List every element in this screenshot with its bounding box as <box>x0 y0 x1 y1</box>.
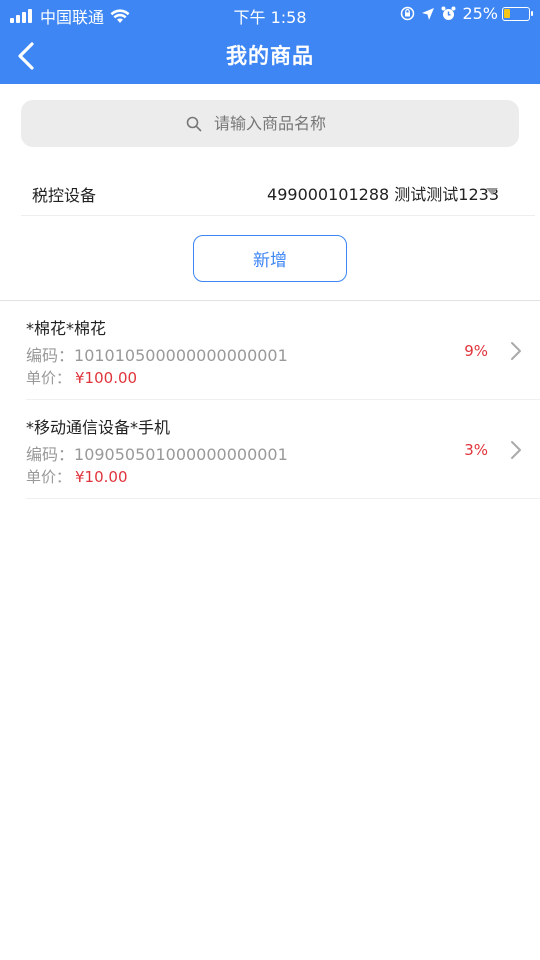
product-item[interactable]: *棉花*棉花 编码：101010500000000000001 单价： ¥100.… <box>26 301 540 400</box>
status-bar: 中国联通 下午 1:58 25% <box>0 0 540 28</box>
product-price: 单价： ¥100.00 <box>26 367 137 388</box>
add-button[interactable]: 新增 <box>193 235 347 282</box>
device-label: 税控设备 <box>32 186 97 205</box>
product-code: 编码：101010500000000000001 <box>26 342 288 366</box>
tax-rate: 3% <box>464 441 488 459</box>
nav-bar: 我的商品 <box>0 28 540 84</box>
price-label: 单价： <box>26 369 72 387</box>
location-icon <box>422 7 435 20</box>
page-title: 我的商品 <box>226 44 314 68</box>
product-item[interactable]: *移动通信设备*手机 编码：109050501000000000001 单价： ¥… <box>26 400 540 499</box>
alarm-icon <box>441 6 456 20</box>
search-input[interactable] <box>214 114 354 133</box>
price-value: ¥10.00 <box>75 468 128 486</box>
price-value: ¥100.00 <box>75 369 138 387</box>
app-header: 中国联通 下午 1:58 25% 我的商品 <box>0 0 540 84</box>
battery-percent: 25% <box>462 4 498 23</box>
chevron-right-icon <box>511 441 521 459</box>
tax-rate: 9% <box>464 342 488 360</box>
code-value: 109050501000000000001 <box>74 445 288 464</box>
status-right: 25% <box>400 4 533 23</box>
caret-down-icon[interactable] <box>486 188 498 195</box>
battery-fill <box>504 8 510 18</box>
price-label: 单价： <box>26 468 72 486</box>
product-name: *棉花*棉花 <box>26 319 107 338</box>
search-box[interactable] <box>21 100 519 147</box>
product-code: 编码：109050501000000000001 <box>26 441 288 465</box>
code-label: 编码： <box>26 445 75 464</box>
chevron-right-icon <box>511 342 521 360</box>
product-price: 单价： ¥10.00 <box>26 466 128 487</box>
rotation-lock-icon <box>401 6 415 21</box>
device-row: 税控设备 499000101288 测试测试1233 <box>21 168 535 216</box>
search-icon <box>186 116 202 131</box>
battery-icon <box>502 6 533 21</box>
code-value: 101010500000000000001 <box>74 346 288 365</box>
product-name: *移动通信设备*手机 <box>26 418 171 437</box>
device-select[interactable]: 499000101288 测试测试1233 <box>267 181 499 205</box>
code-label: 编码： <box>26 346 75 365</box>
